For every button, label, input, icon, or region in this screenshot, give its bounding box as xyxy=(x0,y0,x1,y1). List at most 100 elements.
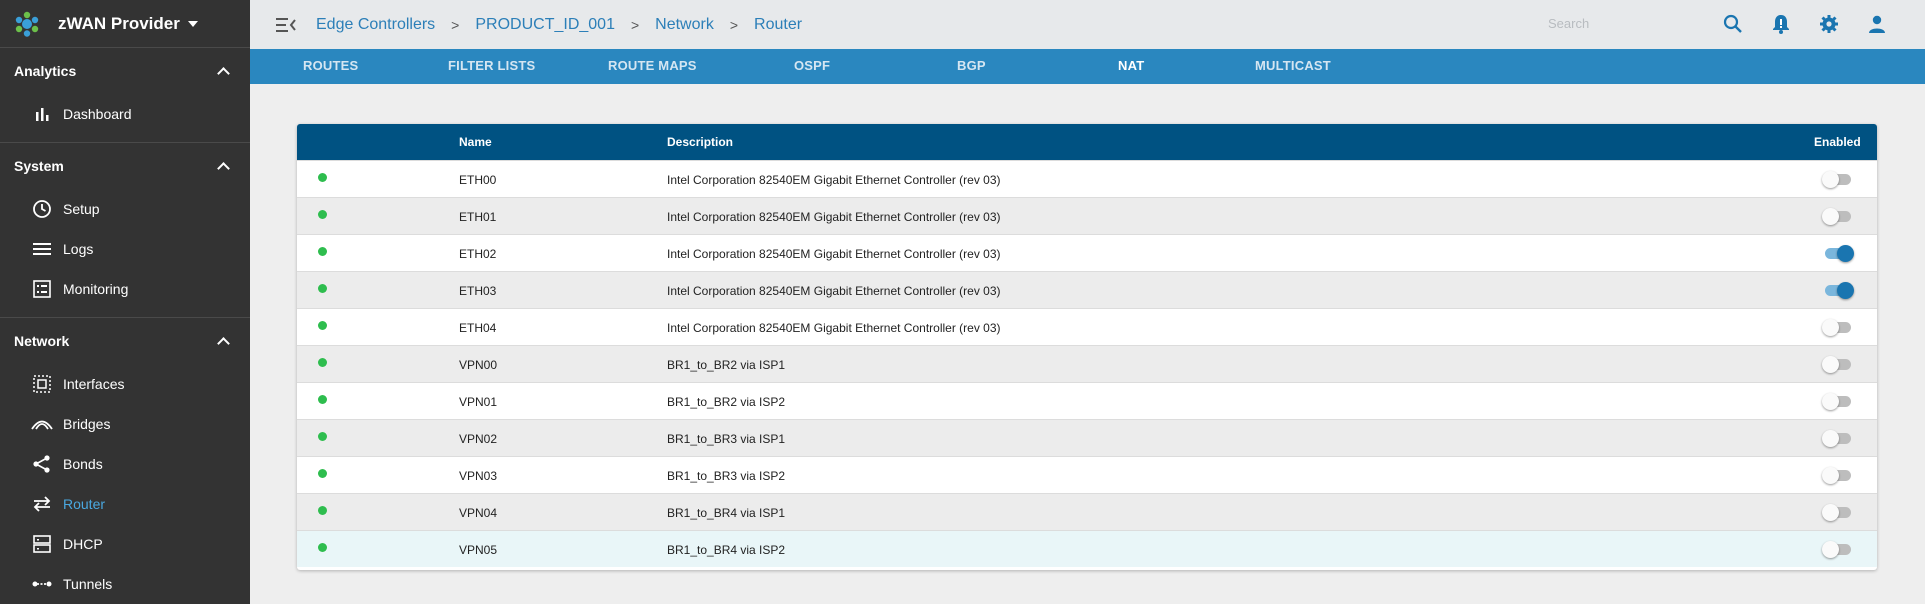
toggle-knob xyxy=(1837,245,1854,262)
row-description: Intel Corporation 82540EM Gigabit Ethern… xyxy=(667,210,1001,224)
sidebar-item-label: Tunnels xyxy=(63,576,113,592)
enabled-toggle[interactable] xyxy=(1822,319,1851,336)
table-body: ETH00 Intel Corporation 82540EM Gigabit E… xyxy=(297,160,1877,567)
table-row[interactable]: ETH02 Intel Corporation 82540EM Gigabit E… xyxy=(297,234,1877,271)
section-toggle-network[interactable]: Network xyxy=(0,318,250,364)
sidebar-item-dashboard[interactable]: Dashboard xyxy=(0,94,250,134)
sidebar-item-bridges[interactable]: Bridges xyxy=(0,404,250,444)
tab-route-maps[interactable]: ROUTE MAPS xyxy=(608,49,697,84)
enabled-toggle[interactable] xyxy=(1822,430,1851,447)
sidebar-item-logs[interactable]: Logs xyxy=(0,229,250,269)
table-row[interactable]: ETH01 Intel Corporation 82540EM Gigabit E… xyxy=(297,197,1877,234)
section-label: Analytics xyxy=(14,63,77,79)
interfaces-table: Name Description Enabled ETH00 Intel Corp… xyxy=(297,124,1877,570)
server-icon xyxy=(30,532,54,556)
sidebar-item-label: Bridges xyxy=(63,416,111,432)
enabled-toggle[interactable] xyxy=(1822,467,1851,484)
sidebar: zWAN Provider Analytics Dashboard System… xyxy=(0,0,250,604)
table-row[interactable]: VPN05 BR1_to_BR4 via ISP2 xyxy=(297,530,1877,567)
row-description: Intel Corporation 82540EM Gigabit Ethern… xyxy=(667,173,1001,187)
table-row[interactable]: ETH03 Intel Corporation 82540EM Gigabit E… xyxy=(297,271,1877,308)
table-row[interactable]: VPN00 BR1_to_BR2 via ISP1 xyxy=(297,345,1877,382)
sidebar-item-label: Router xyxy=(63,496,106,512)
bell-alert-icon[interactable] xyxy=(1769,12,1793,36)
row-description: Intel Corporation 82540EM Gigabit Ethern… xyxy=(667,247,1001,261)
column-header-enabled[interactable]: Enabled xyxy=(1814,135,1861,149)
toggle-knob xyxy=(1822,356,1839,373)
breadcrumb-item[interactable]: Network xyxy=(655,16,714,34)
sidebar-item-label: DHCP xyxy=(63,536,103,552)
tab-routes[interactable]: ROUTES xyxy=(303,49,358,84)
section-toggle-system[interactable]: System xyxy=(0,143,250,189)
search-input[interactable] xyxy=(1548,13,1708,33)
sidebar-item-bonds[interactable]: Bonds xyxy=(0,444,250,484)
tab-nat[interactable]: NAT xyxy=(1118,49,1144,84)
sidebar-item-tunnels[interactable]: Tunnels xyxy=(0,564,250,604)
tab-bgp[interactable]: BGP xyxy=(957,49,986,84)
search-icon[interactable] xyxy=(1721,12,1745,36)
sidebar-item-dhcp[interactable]: DHCP xyxy=(0,524,250,564)
column-header-name[interactable]: Name xyxy=(459,135,492,149)
tab-bar: ROUTES FILTER LISTS ROUTE MAPS OSPF BGP … xyxy=(250,49,1925,84)
tab-multicast[interactable]: MULTICAST xyxy=(1255,49,1331,84)
toggle-knob xyxy=(1822,208,1839,225)
swap-arrows-icon xyxy=(30,492,54,516)
row-description: Intel Corporation 82540EM Gigabit Ethern… xyxy=(667,321,1001,335)
enabled-toggle[interactable] xyxy=(1822,541,1851,558)
chevron-up-icon xyxy=(217,337,230,350)
tab-ospf[interactable]: OSPF xyxy=(794,49,830,84)
status-dot xyxy=(318,173,327,182)
status-dot xyxy=(318,543,327,552)
table-row[interactable]: VPN03 BR1_to_BR3 via ISP2 xyxy=(297,456,1877,493)
enabled-toggle[interactable] xyxy=(1822,356,1851,373)
status-dot xyxy=(318,358,327,367)
section-label: Network xyxy=(14,333,70,349)
share-icon xyxy=(30,452,54,476)
breadcrumb-item[interactable]: Edge Controllers xyxy=(316,16,435,34)
sidebar-item-label: Bonds xyxy=(63,456,103,472)
tab-filter-lists[interactable]: FILTER LISTS xyxy=(448,49,535,84)
enabled-toggle[interactable] xyxy=(1822,171,1851,188)
account-icon[interactable] xyxy=(1865,12,1889,36)
app-title: zWAN Provider xyxy=(58,13,180,33)
chevron-right-icon: > xyxy=(451,16,460,33)
table-row[interactable]: VPN01 BR1_to_BR2 via ISP2 xyxy=(297,382,1877,419)
row-name: VPN04 xyxy=(459,506,498,520)
brand-header[interactable]: zWAN Provider xyxy=(0,0,250,48)
enabled-toggle[interactable] xyxy=(1822,393,1851,410)
clock-icon xyxy=(30,197,54,221)
table-row[interactable]: ETH04 Intel Corporation 82540EM Gigabit E… xyxy=(297,308,1877,345)
table-row[interactable]: ETH00 Intel Corporation 82540EM Gigabit E… xyxy=(297,160,1877,197)
status-dot xyxy=(318,506,327,515)
interfaces-icon xyxy=(30,372,54,396)
enabled-toggle[interactable] xyxy=(1825,245,1854,262)
breadcrumb-item-current: Router xyxy=(754,15,803,33)
enabled-toggle[interactable] xyxy=(1825,282,1854,299)
status-dot xyxy=(318,247,327,256)
column-header-description[interactable]: Description xyxy=(667,135,733,149)
toggle-knob xyxy=(1822,171,1839,188)
sidebar-section-system: System Setup Logs Monitoring xyxy=(0,143,250,318)
sidebar-item-interfaces[interactable]: Interfaces xyxy=(0,364,250,404)
chevron-right-icon: > xyxy=(630,16,640,33)
table-row[interactable]: VPN02 BR1_to_BR3 via ISP1 xyxy=(297,419,1877,456)
table-row[interactable]: VPN04 BR1_to_BR4 via ISP1 xyxy=(297,493,1877,530)
row-name: VPN03 xyxy=(459,469,498,483)
row-name: ETH01 xyxy=(459,210,497,224)
breadcrumb-item[interactable]: PRODUCT_ID_001 xyxy=(475,16,615,34)
status-dot xyxy=(318,469,327,478)
section-label: System xyxy=(14,158,64,174)
chevron-up-icon xyxy=(217,67,230,80)
enabled-toggle[interactable] xyxy=(1822,504,1851,521)
menu-collapse-icon[interactable] xyxy=(274,13,298,37)
row-description: BR1_to_BR2 via ISP2 xyxy=(667,395,786,409)
sidebar-item-label: Interfaces xyxy=(63,376,125,392)
sidebar-item-setup[interactable]: Setup xyxy=(0,189,250,229)
row-name: VPN01 xyxy=(459,395,498,409)
sidebar-item-monitoring[interactable]: Monitoring xyxy=(0,269,250,309)
section-toggle-analytics[interactable]: Analytics xyxy=(0,48,250,94)
gear-icon[interactable] xyxy=(1817,12,1841,36)
enabled-toggle[interactable] xyxy=(1822,208,1851,225)
row-description: BR1_to_BR4 via ISP2 xyxy=(667,543,786,557)
sidebar-item-router[interactable]: Router xyxy=(0,484,250,524)
